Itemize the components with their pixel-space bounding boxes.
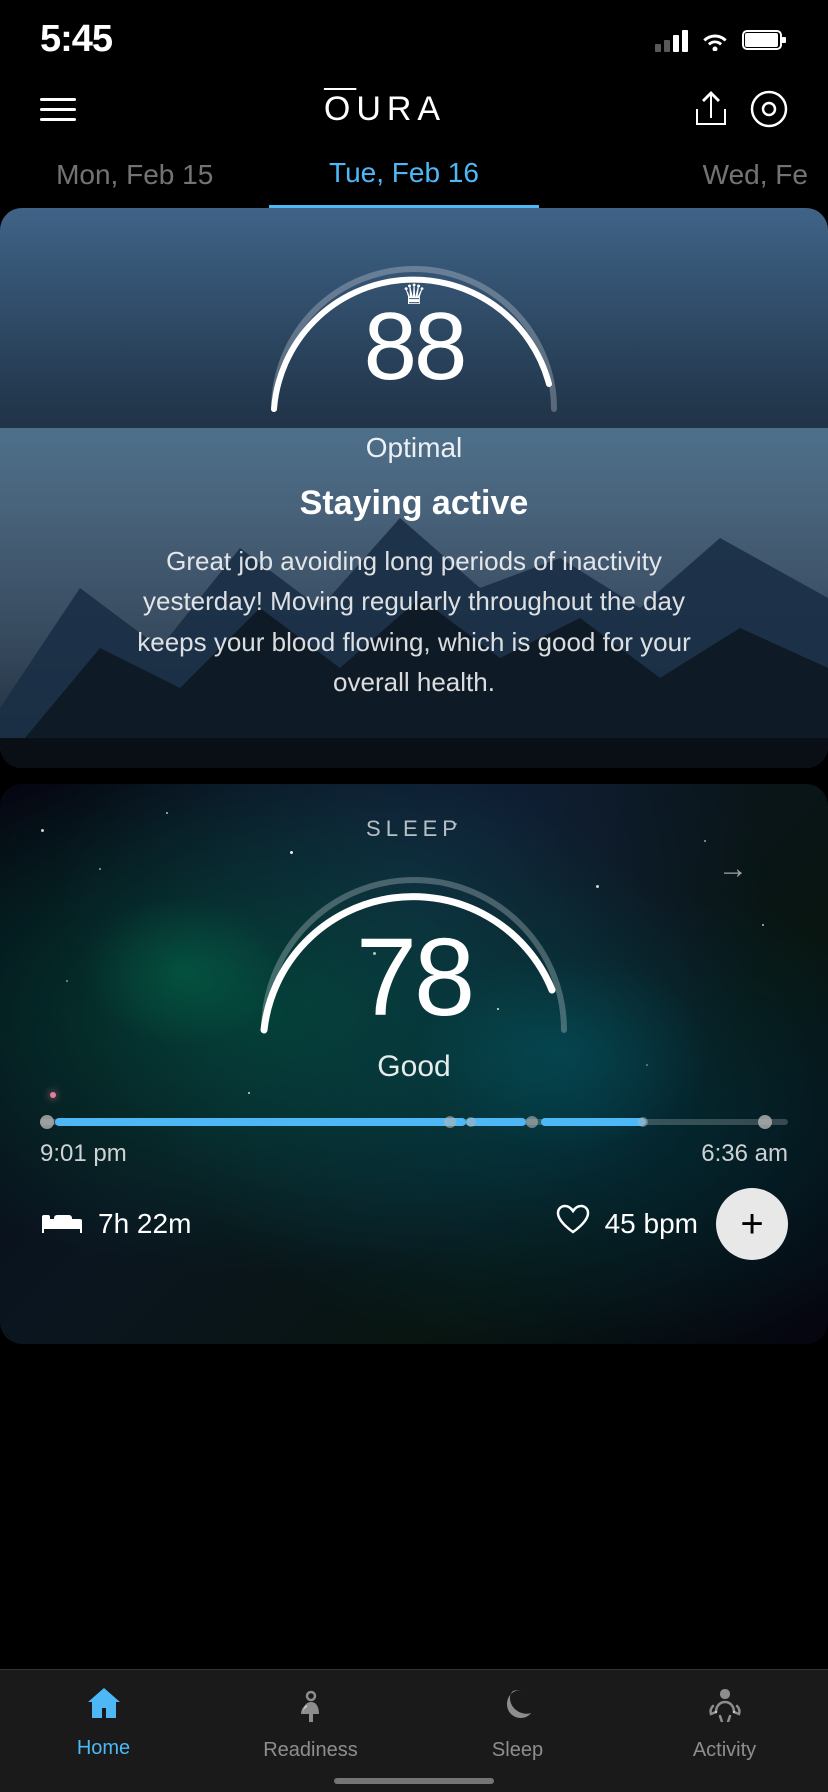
- sleep-card-content: SLEEP → 78 Good: [0, 784, 828, 1296]
- date-prev[interactable]: Mon, Feb 15: [0, 147, 269, 207]
- gauge-arc: ♛ 88: [254, 244, 574, 424]
- nav-label-activity: Activity: [693, 1739, 756, 1762]
- home-icon: [86, 1686, 122, 1729]
- sleep-score-label: Good: [40, 1050, 788, 1084]
- heart-rate-value: 45 bpm: [605, 1208, 698, 1240]
- score-gauge: ♛ 88: [40, 244, 788, 424]
- bottom-navigation: Home Readiness Sleep: [0, 1669, 828, 1792]
- date-navigation[interactable]: Mon, Feb 15 Tue, Feb 16 Wed, Fe: [0, 145, 828, 208]
- sleep-icon: [501, 1686, 535, 1731]
- heart-rate-stat: 45 bpm: [555, 1204, 698, 1244]
- sleep-end-time: 6:36 am: [701, 1140, 788, 1168]
- wifi-icon: [700, 29, 730, 51]
- nav-label-readiness: Readiness: [263, 1739, 358, 1762]
- nav-label-home: Home: [77, 1737, 130, 1760]
- nav-label-sleep: Sleep: [492, 1739, 543, 1762]
- sleep-section-label: SLEEP: [40, 816, 788, 842]
- status-time: 5:45: [40, 18, 112, 61]
- sleep-stats: 7h 22m 45 bpm +: [40, 1188, 788, 1260]
- score-label: Optimal: [40, 432, 788, 464]
- bed-icon: [40, 1205, 84, 1243]
- main-card-content: ♛ 88 Optimal Staying active Great job av…: [0, 208, 828, 746]
- sleep-gauge-arc: 78: [244, 850, 584, 1050]
- sleep-gauge: 78: [40, 850, 788, 1050]
- battery-icon: [742, 28, 788, 52]
- timeline-times: 9:01 pm 6:36 am: [40, 1140, 788, 1168]
- status-bar: 5:45: [0, 0, 828, 71]
- sleep-card[interactable]: SLEEP → 78 Good: [0, 784, 828, 1344]
- sleep-duration: 7h 22m: [98, 1208, 191, 1240]
- date-next[interactable]: Wed, Fe: [539, 147, 828, 207]
- sleep-duration-stat: 7h 22m: [40, 1205, 191, 1243]
- insight-title: Staying active: [40, 484, 788, 523]
- menu-button[interactable]: [40, 98, 76, 121]
- sleep-timeline: 9:01 pm 6:36 am: [40, 1116, 788, 1168]
- nav-item-readiness[interactable]: Readiness: [207, 1686, 414, 1762]
- readiness-icon: [293, 1686, 329, 1731]
- insight-text: Great job avoiding long periods of inact…: [114, 541, 714, 702]
- app-header: OURA: [0, 71, 828, 145]
- app-logo: OURA: [324, 90, 446, 129]
- activity-icon: [708, 1686, 742, 1731]
- header-actions: [694, 89, 788, 129]
- date-current[interactable]: Tue, Feb 16: [269, 145, 538, 208]
- svg-text:78: 78: [356, 916, 472, 1039]
- signal-icon: [655, 28, 688, 52]
- home-indicator: [334, 1778, 494, 1784]
- share-icon[interactable]: [694, 89, 728, 129]
- svg-text:88: 88: [364, 293, 465, 400]
- timeline-bar: [40, 1116, 788, 1128]
- profile-icon[interactable]: [750, 90, 788, 128]
- nav-item-home[interactable]: Home: [0, 1686, 207, 1762]
- main-score-card: ♛ 88 Optimal Staying active Great job av…: [0, 208, 828, 768]
- scroll-content: ♛ 88 Optimal Staying active Great job av…: [0, 208, 828, 1524]
- nav-item-activity[interactable]: Activity: [621, 1686, 828, 1762]
- sleep-start-time: 9:01 pm: [40, 1140, 127, 1168]
- status-icons: [655, 28, 788, 52]
- nav-item-sleep[interactable]: Sleep: [414, 1686, 621, 1762]
- heart-icon: [555, 1204, 591, 1244]
- add-button[interactable]: +: [716, 1188, 788, 1260]
